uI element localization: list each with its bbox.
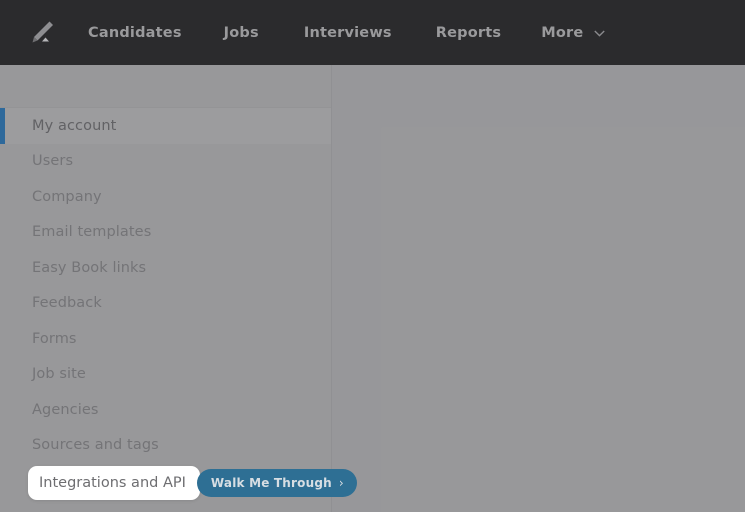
- nav-item-candidates-label: Candidates: [88, 24, 182, 41]
- spotlight-target-label: Integrations and API: [39, 475, 186, 491]
- sidebar-item-label: Email templates: [32, 224, 152, 241]
- nav-item-interviews[interactable]: Interviews: [304, 0, 392, 65]
- sidebar-item-list: My account Users Company Email templates…: [0, 108, 331, 499]
- nav-item-reports-label: Reports: [435, 24, 502, 41]
- walk-me-through-label: Walk Me Through: [210, 476, 332, 490]
- sidebar-item-label: Company: [32, 188, 102, 205]
- pen-logo-icon[interactable]: [22, 14, 60, 52]
- sidebar-item-email-templates[interactable]: Email templates: [0, 215, 331, 251]
- nav-item-more-label: More: [541, 24, 584, 41]
- sidebar-item-label: Job site: [32, 366, 86, 383]
- main-content-area: [333, 65, 745, 512]
- settings-sidebar: My account Users Company Email templates…: [0, 65, 332, 512]
- nav-item-interviews-label: Interviews: [303, 24, 392, 41]
- sidebar-item-job-site[interactable]: Job site: [0, 357, 331, 393]
- chevron-down-icon: [594, 30, 606, 37]
- sidebar-item-sources-and-tags[interactable]: Sources and tags: [0, 428, 331, 464]
- sidebar-item-easy-book-links[interactable]: Easy Book links: [0, 250, 331, 286]
- sidebar-item-label: Agencies: [32, 401, 99, 418]
- chevron-right-icon: ›: [338, 476, 344, 490]
- walkthrough-spotlight: Integrations and API Walk Me Through ›: [28, 466, 357, 500]
- sidebar-item-users[interactable]: Users: [0, 144, 331, 180]
- sidebar-item-agencies[interactable]: Agencies: [0, 392, 331, 428]
- nav-item-jobs[interactable]: Jobs: [224, 0, 259, 65]
- walk-me-through-button[interactable]: Walk Me Through ›: [196, 469, 357, 497]
- sidebar-item-company[interactable]: Company: [0, 179, 331, 215]
- app-root: Candidates Jobs Interviews Reports More …: [0, 0, 745, 512]
- spotlight-target-integrations-and-api[interactable]: Integrations and API: [28, 466, 200, 500]
- nav-item-jobs-label: Jobs: [223, 24, 259, 41]
- sidebar-item-my-account[interactable]: My account: [0, 108, 331, 144]
- top-navigation-bar: Candidates Jobs Interviews Reports More: [0, 0, 745, 65]
- nav-item-reports[interactable]: Reports: [436, 0, 501, 65]
- sidebar-item-label: Forms: [32, 330, 77, 347]
- sidebar-item-label: Users: [32, 153, 74, 170]
- sidebar-item-label: Feedback: [32, 295, 102, 312]
- nav-item-more[interactable]: More: [541, 0, 606, 65]
- sidebar-header-spacer: [0, 65, 331, 108]
- sidebar-item-forms[interactable]: Forms: [0, 321, 331, 357]
- sidebar-item-label: Sources and tags: [32, 437, 159, 454]
- nav-item-candidates[interactable]: Candidates: [88, 0, 182, 65]
- sidebar-item-label: My account: [32, 117, 117, 134]
- sidebar-item-feedback[interactable]: Feedback: [0, 286, 331, 322]
- sidebar-item-label: Easy Book links: [32, 259, 147, 276]
